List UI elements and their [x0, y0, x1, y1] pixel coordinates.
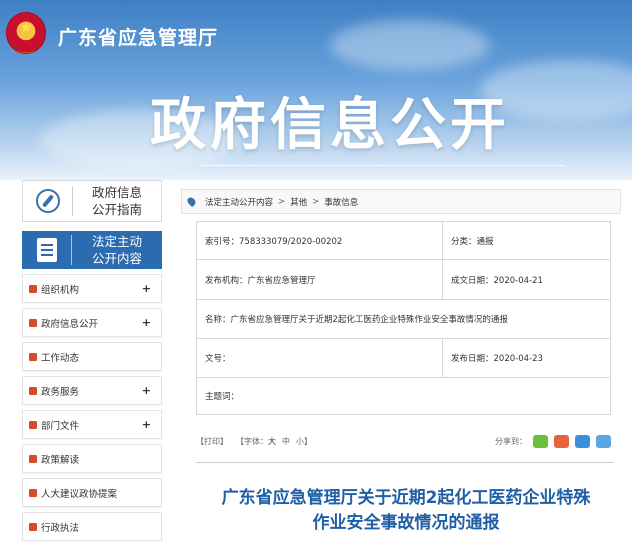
article-title: 广东省应急管理厅关于近期2起化工医药企业特殊 作业安全事故情况的通报	[196, 486, 616, 536]
font-large-button[interactable]: 大	[268, 436, 276, 447]
sidebar-item-documents[interactable]: 部门文件 +	[22, 410, 162, 439]
font-medium-button[interactable]: 中	[282, 436, 290, 447]
location-pin-icon	[185, 195, 198, 208]
wechat-share-icon[interactable]	[533, 434, 548, 448]
bullet-icon	[29, 522, 37, 531]
breadcrumb-item-other[interactable]: 其他	[290, 196, 307, 208]
breadcrumb-separator: >	[312, 196, 320, 207]
category-label: 分类：	[451, 236, 477, 247]
article-toolbar: 【打印】 【字体： 大 中 小】 分享到：	[196, 433, 611, 449]
sidebar-item-services[interactable]: 政务服务 +	[22, 376, 162, 405]
expand-icon[interactable]: +	[142, 316, 151, 329]
active-line1: 法定主动	[91, 234, 142, 249]
category-value: 通报	[476, 236, 494, 247]
index-value: 758333079/2020-00202	[239, 236, 343, 247]
index-label: 索引号：	[205, 236, 240, 247]
keywords-label: 主题词：	[205, 392, 240, 402]
qzone-share-icon[interactable]	[596, 434, 611, 448]
sidebar: 政府信息 公开指南 法定主动 公开内容 组织机构 + 政府信息公开 + 工作动态…	[22, 180, 162, 541]
published-date-value: 2020-04-23	[493, 354, 543, 364]
sidebar-item-work-news[interactable]: 工作动态	[22, 342, 162, 371]
article-title-line2: 作业安全事故情况的通报	[312, 513, 500, 533]
active-line2: 公开内容	[91, 251, 142, 266]
issuer-label: 发布机构：	[205, 275, 248, 286]
guide-line2: 公开指南	[91, 202, 142, 217]
bullet-icon	[29, 284, 37, 293]
sidebar-item-info-disclosure[interactable]: 政府信息公开 +	[22, 308, 162, 337]
national-emblem-icon	[6, 12, 46, 54]
document-list-icon	[36, 238, 57, 262]
banner-title: 政府信息公开	[150, 93, 510, 158]
created-date-value: 2020-04-21	[493, 275, 543, 286]
banner-divider	[200, 165, 564, 166]
sidebar-guide[interactable]: 政府信息 公开指南	[22, 180, 162, 222]
bullet-icon	[29, 386, 37, 395]
sidebar-menu: 组织机构 + 政府信息公开 + 工作动态 政务服务 + 部门文件 + 政策解读	[22, 274, 162, 541]
header-banner: 广东省应急管理厅 政府信息公开	[0, 0, 632, 180]
sidebar-item-policy[interactable]: 政策解读	[22, 444, 162, 473]
site-name[interactable]: 广东省应急管理厅	[58, 23, 218, 50]
weibo-share-icon[interactable]	[554, 434, 569, 448]
name-label: 名称：	[205, 315, 231, 325]
created-date-label: 成文日期：	[451, 275, 494, 286]
expand-icon[interactable]: +	[142, 282, 151, 295]
document-meta-table: 索引号：758333079/2020-00202 分类：通报 发布机构：广东省应…	[196, 221, 611, 415]
people-share-icon[interactable]	[575, 434, 590, 448]
sidebar-item-organization[interactable]: 组织机构 +	[22, 274, 162, 303]
article-title-line1: 广东省应急管理厅关于近期2起化工医药企业特殊	[221, 488, 591, 508]
name-value: 广东省应急管理厅关于近期2起化工医药企业特殊作业安全事故情况的通报	[230, 315, 508, 325]
breadcrumb-item-disclosure[interactable]: 法定主动公开内容	[205, 196, 273, 208]
published-date-label: 发布日期：	[451, 354, 494, 364]
issuer-value: 广东省应急管理厅	[247, 275, 316, 286]
sidebar-item-enforcement[interactable]: 行政执法	[22, 512, 162, 541]
breadcrumb-separator: >	[278, 196, 286, 207]
compass-icon	[35, 189, 60, 213]
doc-number-label: 文号：	[205, 354, 231, 364]
toolbar-divider	[196, 462, 614, 463]
bullet-icon	[29, 488, 37, 497]
font-small-button[interactable]: 小】	[296, 436, 312, 447]
print-button[interactable]: 【打印】	[196, 436, 228, 447]
expand-icon[interactable]: +	[142, 384, 151, 397]
expand-icon[interactable]: +	[142, 418, 151, 431]
bullet-icon	[29, 318, 37, 327]
bullet-icon	[29, 454, 37, 463]
bullet-icon	[29, 420, 37, 429]
breadcrumb: 法定主动公开内容 > 其他 > 事故信息	[181, 189, 621, 214]
guide-line1: 政府信息	[91, 185, 142, 200]
share-label: 分享到：	[495, 436, 527, 446]
sidebar-active-section[interactable]: 法定主动 公开内容	[22, 231, 162, 269]
sidebar-item-proposals[interactable]: 人大建议政协提案	[22, 478, 162, 507]
bullet-icon	[29, 352, 37, 361]
font-size-label: 【字体：	[236, 436, 268, 446]
breadcrumb-item-accident[interactable]: 事故信息	[324, 196, 358, 208]
